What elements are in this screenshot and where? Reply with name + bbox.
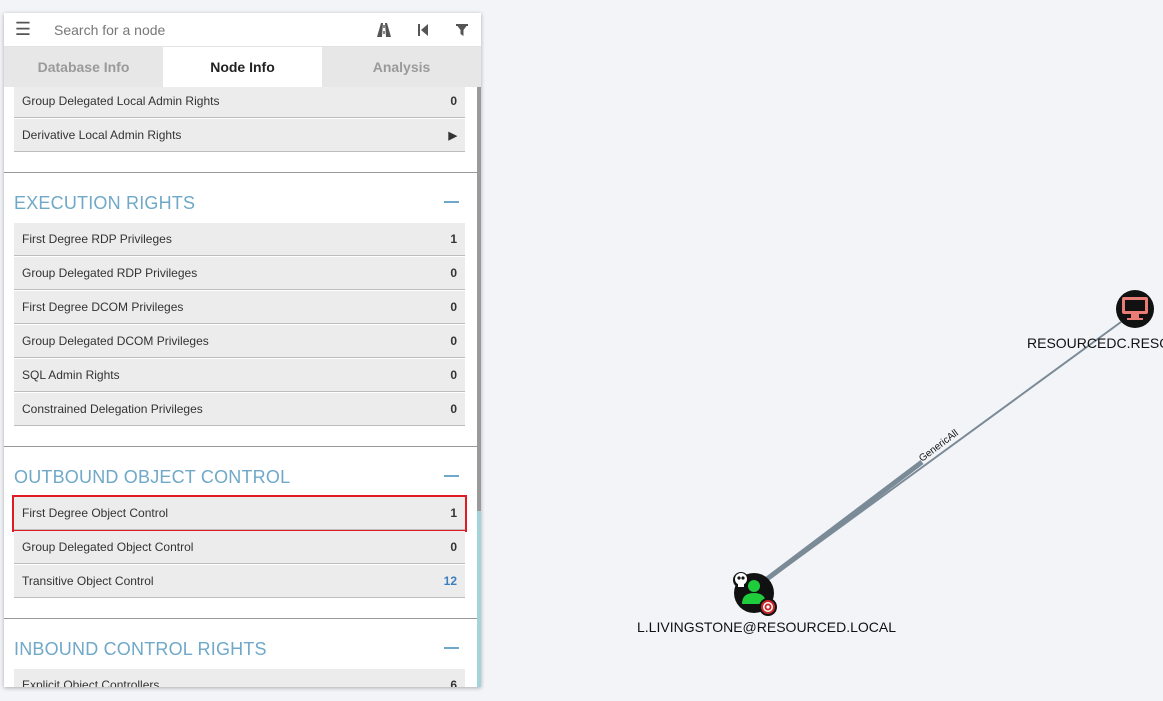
section-title-outbound-object-control: OUTBOUND OBJECT CONTROL xyxy=(14,467,291,487)
row-first-degree-dcom[interactable]: First Degree DCOM Privileges 0 xyxy=(14,291,465,324)
section-title-execution-rights: EXECUTION RIGHTS xyxy=(14,193,196,213)
row-first-degree-object-control[interactable]: First Degree Object Control 1 xyxy=(12,495,467,532)
row-explicit-object-controllers[interactable]: Explicit Object Controllers 6 xyxy=(14,669,465,687)
row-label: Constrained Delegation Privileges xyxy=(22,402,203,416)
row-label: First Degree DCOM Privileges xyxy=(22,300,184,314)
row-group-delegated-object-control[interactable]: Group Delegated Object Control 0 xyxy=(14,531,465,564)
node-info-content[interactable]: Group Delegated Local Admin Rights 0 Der… xyxy=(4,87,477,687)
row-value: 1 xyxy=(450,506,457,520)
row-value: 0 xyxy=(450,368,457,382)
row-group-delegated-local-admin[interactable]: Group Delegated Local Admin Rights 0 xyxy=(14,87,465,118)
row-label: Explicit Object Controllers xyxy=(22,678,160,687)
section-title-inbound-control-rights: INBOUND CONTROL RIGHTS xyxy=(14,639,267,659)
row-label: Derivative Local Admin Rights xyxy=(22,128,182,142)
tab-analysis[interactable]: Analysis xyxy=(322,47,481,87)
scrollbar-thumb[interactable] xyxy=(477,511,481,687)
row-first-degree-rdp[interactable]: First Degree RDP Privileges 1 xyxy=(14,223,465,256)
edge-label: GenericAll xyxy=(917,428,960,465)
play-icon: ▶ xyxy=(448,129,457,142)
row-derivative-local-admin[interactable]: Derivative Local Admin Rights ▶ xyxy=(14,119,465,152)
collapse-execution-rights-button[interactable] xyxy=(444,201,459,203)
tab-bar: Database Info Node Info Analysis xyxy=(4,47,481,87)
row-value: 0 xyxy=(450,402,457,416)
row-value: 12 xyxy=(443,574,457,588)
row-value: 0 xyxy=(450,334,457,348)
search-bar: ☰ xyxy=(4,13,481,47)
skull-owned-icon xyxy=(733,572,749,588)
computer-node[interactable] xyxy=(1116,290,1154,328)
row-label: Group Delegated DCOM Privileges xyxy=(22,334,209,348)
section-divider xyxy=(4,446,477,447)
row-label: Transitive Object Control xyxy=(22,574,154,588)
row-constrained-delegation[interactable]: Constrained Delegation Privileges 0 xyxy=(14,393,465,426)
node-info-panel: ☰ Database Info Node Info Analysis Group… xyxy=(4,13,481,687)
road-icon[interactable] xyxy=(364,22,403,38)
filter-icon[interactable] xyxy=(442,23,481,37)
row-label: First Degree RDP Privileges xyxy=(22,232,172,246)
collapse-outbound-control-button[interactable] xyxy=(444,475,459,477)
user-node-label: L.LIVINGSTONE@RESOURCED.LOCAL xyxy=(637,619,897,635)
target-high-value-icon xyxy=(759,598,777,616)
row-sql-admin[interactable]: SQL Admin Rights 0 xyxy=(14,359,465,392)
step-backward-icon[interactable] xyxy=(403,23,442,37)
row-group-delegated-rdp[interactable]: Group Delegated RDP Privileges 0 xyxy=(14,257,465,290)
tab-node-info[interactable]: Node Info xyxy=(163,47,322,87)
row-value: 1 xyxy=(450,232,457,246)
computer-node-label: RESOURCEDC.RESOU xyxy=(1027,335,1163,351)
row-value: 6 xyxy=(450,678,457,687)
row-value: 0 xyxy=(450,266,457,280)
hamburger-icon[interactable]: ☰ xyxy=(4,19,42,40)
row-label: SQL Admin Rights xyxy=(22,368,120,382)
row-label: Group Delegated Object Control xyxy=(22,540,194,554)
tab-database-info[interactable]: Database Info xyxy=(4,47,163,87)
collapse-inbound-control-button[interactable] xyxy=(444,647,459,649)
row-label: First Degree Object Control xyxy=(22,506,169,520)
scrollbar[interactable] xyxy=(477,87,481,687)
section-divider xyxy=(4,172,477,173)
row-transitive-object-control[interactable]: Transitive Object Control 12 xyxy=(14,565,465,598)
edge-genericall-shadow xyxy=(761,460,924,584)
row-value: 0 xyxy=(450,540,457,554)
search-input[interactable] xyxy=(42,14,364,45)
row-group-delegated-dcom[interactable]: Group Delegated DCOM Privileges 0 xyxy=(14,325,465,358)
section-divider xyxy=(4,618,477,619)
row-label: Group Delegated RDP Privileges xyxy=(22,266,198,280)
row-value: 0 xyxy=(450,94,457,108)
row-value: 0 xyxy=(450,300,457,314)
row-label: Group Delegated Local Admin Rights xyxy=(22,94,220,108)
